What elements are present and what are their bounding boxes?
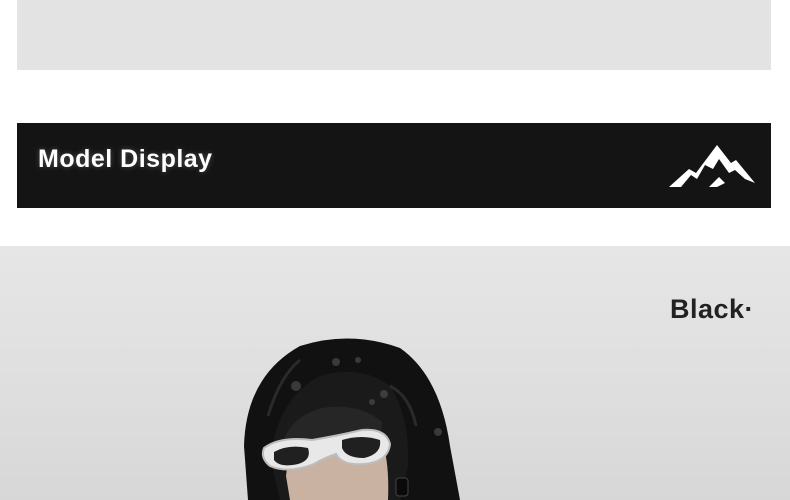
top-image-panel [17,0,771,70]
color-variant-label: Black· [669,294,754,324]
model-display-banner: Model Display [17,123,771,208]
model-photo: Black· [0,246,790,500]
mountain-icon [669,145,755,187]
model-figure [244,338,460,500]
banner-title: Model Display [38,145,213,173]
